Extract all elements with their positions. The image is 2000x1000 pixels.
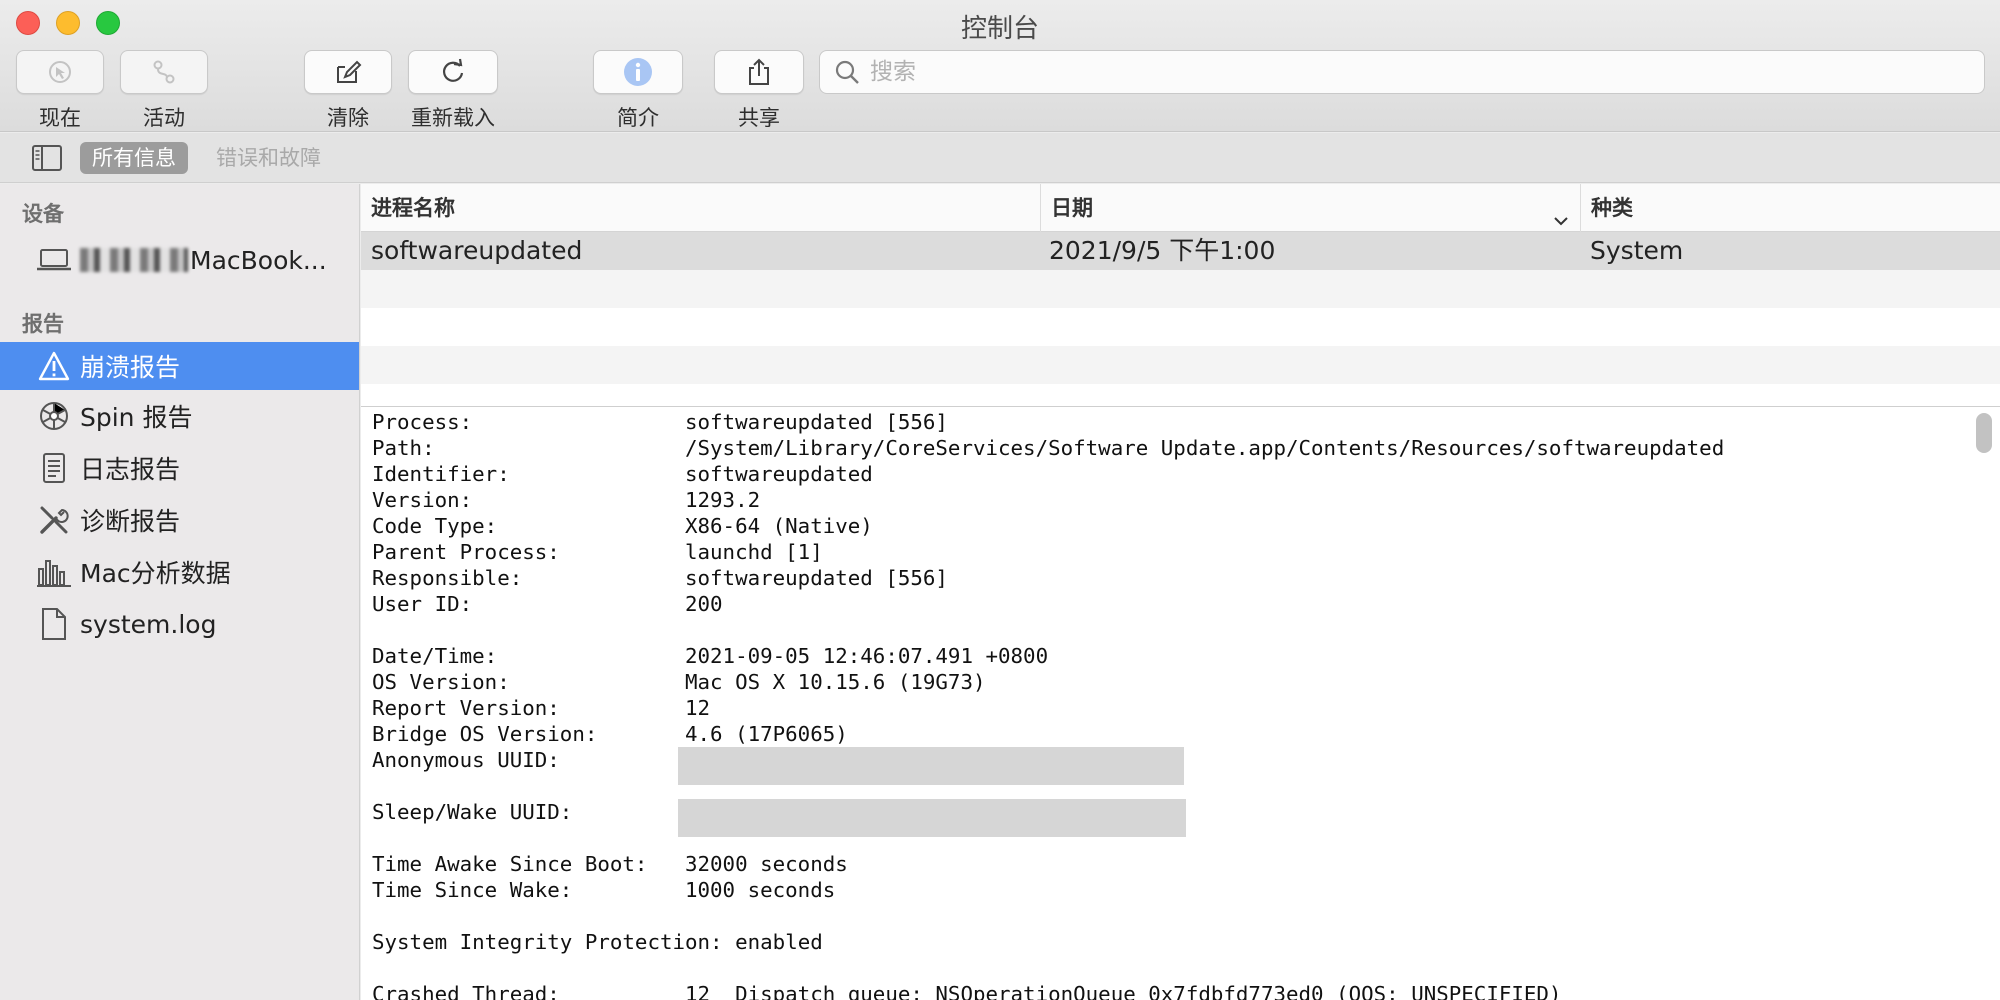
report-line: Crashed Thread: 12 Dispatch queue: NSOper…	[372, 982, 1562, 1000]
sidebar-item-crash-reports[interactable]: 崩溃报告	[0, 342, 359, 390]
chart-icon	[36, 557, 72, 587]
activity-icon	[153, 60, 175, 84]
info-icon	[624, 58, 652, 86]
report-line: Time Since Wake: 1000 seconds	[372, 878, 836, 902]
activity-label: 活动	[143, 106, 185, 130]
sidebar-item-label: 诊断报告	[80, 507, 181, 536]
sidebar-header-devices: 设备	[22, 202, 64, 226]
cell-date: 2021/9/5 下午1:00	[1049, 236, 1276, 265]
sidebar-device-name: MacBook...	[190, 245, 327, 275]
sidebar-item-log-reports[interactable]: 日志报告	[0, 444, 359, 492]
cell-kind: System	[1590, 236, 1684, 265]
report-line: Process: softwareupdated [556]	[372, 410, 948, 434]
report-line: Date/Time: 2021-09-05 12:46:07.491 +0800	[372, 644, 1049, 668]
report-line: Responsible: softwareupdated [556]	[372, 566, 948, 590]
sidebar-toggle-icon[interactable]	[32, 145, 62, 175]
reload-button[interactable]: 重新载入	[408, 50, 498, 132]
share-icon	[749, 58, 769, 85]
reload-label: 重新载入	[411, 106, 495, 130]
search-input[interactable]	[870, 59, 1984, 85]
toolbar: 控制台 现在 活动 清除 重新载入 简介 共享 搜索	[0, 0, 2000, 132]
report-line: Code Type: X86-64 (Native)	[372, 514, 873, 538]
report-line: System Integrity Protection: enabled	[372, 930, 823, 954]
sidebar-item-mac-analytics[interactable]: Mac分析数据	[0, 548, 359, 596]
report-detail-view[interactable]: Process: softwareupdated [556] Path:/Syst…	[361, 406, 2000, 1000]
report-line: Version: 1293.2	[372, 488, 761, 512]
cursor-icon	[49, 61, 71, 83]
redacted-anonymous-uuid	[678, 747, 1184, 785]
sidebar: 设备 MacBook... 报告 崩溃报告 Spin 报告 日志报告 诊断报告 …	[0, 184, 360, 1000]
window-title: 控制台	[960, 14, 1039, 44]
table-row-empty	[361, 270, 2000, 308]
table-header: 进程名称 日期 种类	[361, 184, 2000, 232]
now-button[interactable]: 现在	[16, 50, 104, 132]
table-row-empty	[361, 308, 2000, 346]
vertical-scrollbar[interactable]	[1976, 413, 1992, 453]
clear-button[interactable]: 清除	[304, 50, 392, 132]
spin-icon	[36, 400, 72, 432]
report-line: Anonymous UUID:	[372, 747, 1724, 799]
column-header-kind[interactable]: 种类	[1581, 184, 2000, 232]
sidebar-item-diagnostic-reports[interactable]: 诊断报告	[0, 496, 359, 544]
info-button[interactable]: 简介	[593, 50, 683, 132]
reload-icon	[442, 58, 464, 82]
activity-button[interactable]: 活动	[120, 50, 208, 132]
warning-icon	[36, 351, 72, 381]
report-line: Time Awake Since Boot: 32000 seconds	[372, 852, 848, 876]
sidebar-item-system-log[interactable]: system.log	[0, 600, 359, 648]
sidebar-item-label: 日志报告	[80, 455, 181, 484]
sidebar-item-spin-reports[interactable]: Spin 报告	[0, 392, 359, 440]
tools-icon	[36, 504, 72, 536]
report-line: Sleep/Wake UUID:	[372, 799, 1724, 851]
info-label: 简介	[617, 106, 659, 130]
clear-label: 清除	[327, 106, 369, 130]
table-row-empty	[361, 346, 2000, 384]
report-line: User ID: 200	[372, 592, 723, 616]
sidebar-item-label: 崩溃报告	[80, 353, 181, 382]
table-row[interactable]: softwareupdated 2021/9/5 下午1:00 System	[361, 232, 2000, 270]
sidebar-item-label: Mac分析数据	[80, 559, 231, 588]
column-header-date[interactable]: 日期	[1041, 184, 1581, 232]
report-line: Parent Process: launchd [1]	[372, 540, 823, 564]
filter-errors-faults[interactable]: 错误和故障	[216, 142, 321, 174]
laptop-icon	[36, 248, 72, 272]
share-button[interactable]: 共享	[714, 50, 804, 132]
sidebar-header-reports: 报告	[22, 312, 64, 336]
column-header-date-label: 日期	[1051, 196, 1093, 220]
clear-icon	[337, 60, 362, 83]
now-label: 现在	[39, 106, 81, 130]
crash-report-table: 进程名称 日期 种类 softwareupdated 2021/9/5 下午1:…	[361, 184, 2000, 406]
log-icon	[36, 452, 72, 484]
search-icon	[834, 59, 860, 85]
cell-process: softwareupdated	[371, 236, 583, 265]
filter-bar: 所有信息 错误和故障	[0, 133, 2000, 183]
column-header-process[interactable]: 进程名称	[361, 184, 1041, 232]
report-line: Report Version: 12	[372, 696, 711, 720]
redacted-device-owner	[80, 248, 188, 272]
sidebar-item-label: system.log	[80, 609, 217, 639]
filter-all-messages[interactable]: 所有信息	[80, 142, 188, 174]
sidebar-item-label: Spin 报告	[80, 403, 193, 432]
report-text: Process: softwareupdated [556] Path:/Syst…	[372, 409, 1724, 1000]
share-label: 共享	[738, 106, 780, 130]
report-line: OS Version: Mac OS X 10.15.6 (19G73)	[372, 670, 986, 694]
file-icon	[36, 607, 72, 641]
report-line: Identifier: softwareupdated	[372, 462, 873, 486]
report-line: Path:/System/Library/CoreServices/Softwa…	[372, 436, 1725, 460]
search-field[interactable]	[819, 50, 1985, 94]
sidebar-item-device[interactable]: MacBook...	[0, 236, 359, 284]
redacted-sleep-wake-uuid	[678, 799, 1186, 837]
report-line: Bridge OS Version: 4.6 (17P6065)	[372, 722, 848, 746]
